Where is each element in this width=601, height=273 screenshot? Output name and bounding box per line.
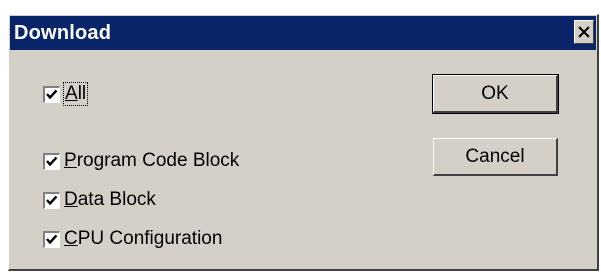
ok-button[interactable]: OK (432, 74, 559, 114)
checkbox-all-label: All (62, 82, 89, 106)
checkmark-icon (46, 195, 58, 205)
checkmark-icon (46, 89, 58, 99)
checkmark-icon (46, 156, 58, 166)
checkbox-program-code-block-label: Program Code Block (64, 150, 240, 171)
checkbox-cpu-configuration-box[interactable] (43, 230, 60, 248)
ok-button-label: OK (481, 82, 509, 104)
close-button[interactable] (574, 20, 594, 44)
cancel-button[interactable]: Cancel (433, 138, 558, 176)
checkbox-program-code-block[interactable]: Program Code Block (43, 148, 239, 174)
close-icon (578, 26, 590, 38)
checkbox-data-block[interactable]: Data Block (43, 187, 156, 213)
title-bar[interactable]: Download (10, 16, 596, 50)
window-title: Download (14, 22, 112, 44)
checkbox-cpu-configuration[interactable]: CPU Configuration (43, 226, 222, 252)
checkmark-icon (46, 234, 58, 244)
checkbox-cpu-configuration-label: CPU Configuration (64, 228, 223, 249)
checkbox-data-block-label: Data Block (64, 189, 156, 210)
download-dialog: Download All Program Code Block Data Blo… (8, 14, 599, 271)
checkbox-all-box[interactable] (43, 85, 60, 103)
cancel-button-label: Cancel (465, 145, 525, 167)
checkbox-all[interactable]: All (43, 81, 89, 107)
checkbox-data-block-box[interactable] (43, 191, 60, 209)
checkbox-program-code-block-box[interactable] (43, 152, 60, 170)
